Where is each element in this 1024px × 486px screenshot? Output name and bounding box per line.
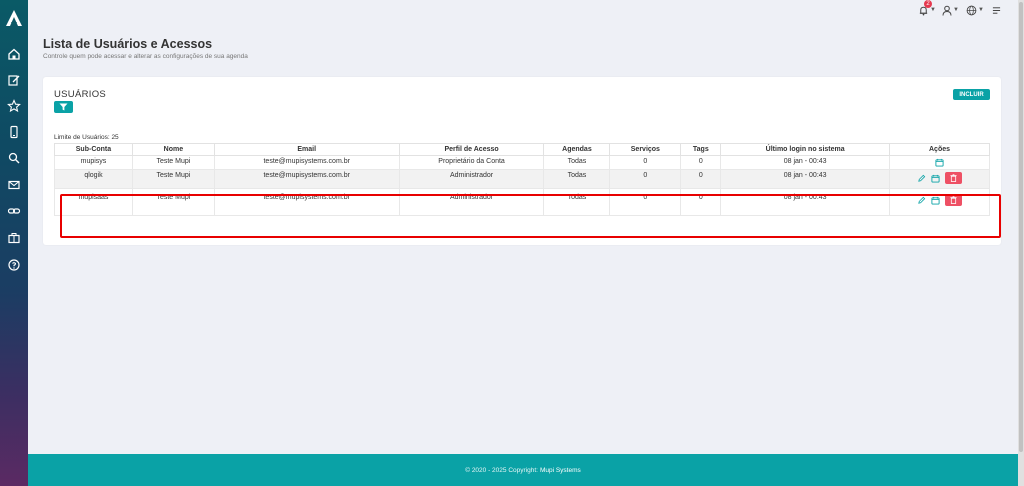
card-title: USUÁRIOS: [54, 89, 107, 100]
cell-acoes: [889, 155, 990, 170]
edit-icon[interactable]: [7, 73, 21, 87]
notifications-menu[interactable]: 2 ▼: [918, 0, 936, 17]
cell-tags: 0: [680, 169, 722, 189]
home-icon[interactable]: [7, 47, 21, 61]
chevron-down-icon: ▼: [978, 7, 984, 13]
cell-acoes: [889, 169, 990, 189]
app-logo[interactable]: [4, 8, 24, 28]
include-button[interactable]: INCLUIR: [953, 89, 990, 100]
cell-login: 08 jan - 00:43: [720, 169, 891, 189]
cell-subconta: qlogik: [54, 169, 133, 189]
topbar: 2 ▼ ▼ ▼: [28, 0, 1018, 20]
col-subconta: Sub-Conta: [54, 143, 133, 156]
cell-perfil: Administrador: [398, 169, 545, 189]
table-header-row: Sub-Conta Nome Email Perfil de Acesso Ag…: [54, 143, 990, 156]
mail-icon[interactable]: [7, 178, 21, 192]
scrollbar[interactable]: [1018, 0, 1024, 486]
cell-servicos: 0: [609, 155, 682, 170]
language-menu[interactable]: ▼: [966, 3, 984, 17]
user-icon: [942, 5, 952, 16]
col-email: Email: [213, 143, 400, 156]
cell-nome: Teste Mupi: [131, 155, 215, 170]
menu-toggle[interactable]: [992, 3, 1001, 17]
cell-email: teste@mupisystems.com.br: [213, 169, 400, 189]
pencil-icon[interactable]: [917, 174, 926, 183]
user-limit: Limite de Usuários: 25: [54, 134, 119, 141]
cell-nome: Teste Mupi: [131, 169, 215, 189]
col-tags: Tags: [680, 143, 722, 156]
globe-icon: [966, 5, 977, 15]
mobile-icon[interactable]: [7, 125, 21, 139]
help-icon[interactable]: [7, 258, 21, 272]
link-icon[interactable]: [7, 204, 21, 218]
filter-button[interactable]: [54, 101, 73, 113]
footer-brand-link[interactable]: Mupi Systems: [540, 467, 581, 474]
footer-copyright: © 2020 - 2025 Copyright:: [465, 466, 538, 474]
table-row: mupisys Teste Mupi teste@mupisystems.com…: [54, 155, 990, 170]
calendar-icon[interactable]: [931, 174, 940, 183]
cell-agendas: Todas: [543, 155, 611, 170]
col-acoes: Ações: [889, 143, 990, 156]
calendar-icon[interactable]: [935, 158, 944, 167]
cell-subconta: mupisys: [54, 155, 133, 170]
col-login: Último login no sistema: [720, 143, 891, 156]
scrollbar-thumb[interactable]: [1019, 2, 1023, 452]
sidebar: [0, 0, 28, 486]
col-nome: Nome: [131, 143, 215, 156]
table-row: qlogik Teste Mupi teste@mupisystems.com.…: [54, 169, 990, 189]
footer: © 2020 - 2025 Copyright: Mupi Systems: [28, 454, 1018, 486]
chevron-down-icon: ▼: [930, 7, 936, 13]
cell-email: teste@mupisystems.com.br: [213, 155, 400, 170]
col-agendas: Agendas: [543, 143, 611, 156]
highlight-box: [60, 194, 1001, 238]
notification-badge: 2: [924, 0, 932, 8]
cell-tags: 0: [680, 155, 722, 170]
trash-icon: [950, 174, 957, 182]
page-subtitle: Controle quem pode acessar e alterar as …: [43, 53, 248, 60]
cell-perfil: Proprietário da Conta: [398, 155, 545, 170]
menu-icon: [992, 6, 1001, 14]
search-icon[interactable]: [7, 151, 21, 165]
briefcase-icon[interactable]: [7, 231, 21, 245]
page-title: Lista de Usuários e Acessos: [43, 37, 213, 51]
chevron-down-icon: ▼: [953, 7, 959, 13]
cell-login: 08 jan - 00:43: [720, 155, 891, 170]
user-menu[interactable]: ▼: [942, 3, 959, 17]
col-servicos: Serviços: [609, 143, 682, 156]
delete-button[interactable]: [945, 172, 963, 184]
col-perfil: Perfil de Acesso: [398, 143, 545, 156]
cell-servicos: 0: [609, 169, 682, 189]
star-icon[interactable]: [7, 99, 21, 113]
filter-icon: [59, 103, 68, 111]
cell-agendas: Todas: [543, 169, 611, 189]
